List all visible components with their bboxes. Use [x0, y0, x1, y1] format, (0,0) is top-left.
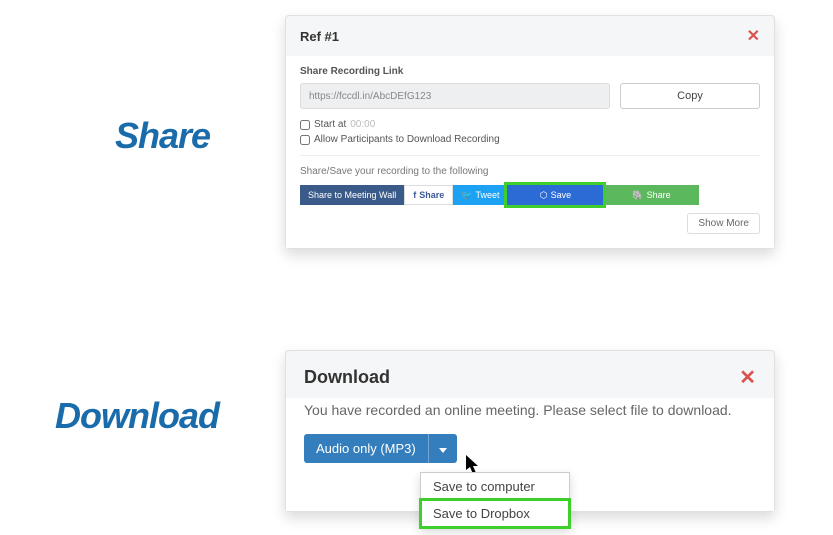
audio-only-dropdown-button[interactable]: Audio only (MP3) [304, 434, 457, 463]
share-meeting-wall-button[interactable]: Share to Meeting Wall [300, 185, 404, 205]
save-dropdown-menu: Save to computer Save to Dropbox [420, 472, 570, 528]
facebook-share-button[interactable]: f Share [404, 185, 453, 205]
save-to-computer-item[interactable]: Save to computer [421, 473, 569, 500]
start-at-checkbox[interactable] [300, 120, 310, 130]
download-label: Download [55, 395, 219, 437]
dropbox-save-label: Save [551, 190, 572, 200]
show-more-row: Show More [300, 213, 760, 234]
twitter-tweet-label: Tweet [475, 190, 499, 200]
dropbox-save-button[interactable]: ⬡ Save [507, 185, 603, 205]
dropbox-icon: ⬡ [540, 190, 548, 201]
facebook-share-label: Share [419, 190, 444, 200]
evernote-share-button[interactable]: 🐘 Share [603, 185, 699, 205]
close-icon[interactable]: ✕ [739, 365, 756, 390]
share-link-row: Copy [300, 83, 760, 109]
download-panel-title: Download [304, 367, 390, 388]
allow-download-checkbox[interactable] [300, 135, 310, 145]
start-at-label: Start at [314, 119, 346, 130]
divider [300, 155, 760, 156]
close-icon[interactable]: ✕ [747, 26, 760, 46]
allow-download-row: Allow Participants to Download Recording [300, 134, 760, 145]
chevron-down-icon [428, 434, 457, 463]
share-link-input[interactable] [300, 83, 610, 109]
show-more-button[interactable]: Show More [687, 213, 760, 234]
evernote-icon: 🐘 [632, 190, 643, 201]
share-buttons-row: Share to Meeting Wall f Share 🐦 Tweet ⬡ … [300, 185, 760, 205]
start-at-time: 00:00 [350, 119, 375, 130]
share-panel-header: Ref #1 ✕ [286, 16, 774, 56]
share-panel-title: Ref #1 [300, 29, 339, 44]
share-panel-body: Share Recording Link Copy Start at 00:00… [286, 56, 774, 248]
download-message: You have recorded an online meeting. Ple… [304, 402, 756, 418]
share-link-label: Share Recording Link [300, 66, 760, 77]
share-panel: Ref #1 ✕ Share Recording Link Copy Start… [285, 15, 775, 249]
copy-button[interactable]: Copy [620, 83, 760, 109]
start-at-row: Start at 00:00 [300, 119, 760, 130]
save-to-dropbox-item[interactable]: Save to Dropbox [421, 500, 569, 527]
facebook-icon: f [413, 190, 416, 200]
share-label: Share [115, 115, 210, 157]
audio-only-label: Audio only (MP3) [304, 434, 428, 463]
twitter-icon: 🐦 [461, 190, 472, 201]
share-save-text: Share/Save your recording to the followi… [300, 166, 760, 177]
twitter-tweet-button[interactable]: 🐦 Tweet [453, 185, 507, 205]
evernote-share-label: Share [647, 190, 671, 200]
allow-download-label: Allow Participants to Download Recording [314, 134, 500, 145]
download-panel-header: Download ✕ [286, 351, 774, 398]
